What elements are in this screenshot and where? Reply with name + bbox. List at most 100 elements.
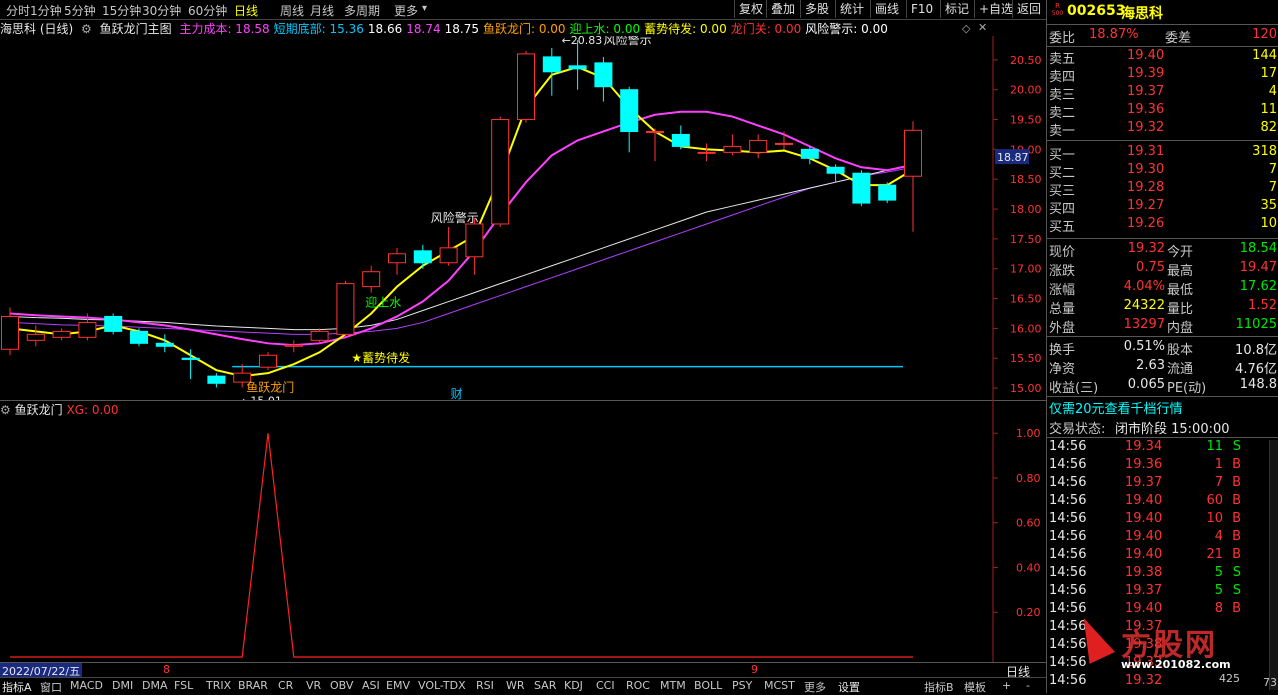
candle-body[interactable]	[336, 283, 355, 335]
toolbar-item-7[interactable]: 周线	[280, 2, 304, 19]
candle-body[interactable]	[800, 148, 819, 159]
candle-body[interactable]	[78, 321, 97, 338]
toolbar-button-4[interactable]: 画线	[870, 0, 903, 18]
candle-body[interactable]	[155, 342, 174, 347]
candle-body[interactable]	[388, 253, 406, 264]
template-tab-2[interactable]: +	[1002, 679, 1011, 692]
candle-body[interactable]	[491, 119, 510, 225]
toolbar-button-0[interactable]: 复权	[734, 0, 767, 18]
candle-body[interactable]	[646, 130, 664, 133]
indicator-tab-11[interactable]: ASI	[362, 679, 380, 692]
toolbar-item-0[interactable]: 分时	[6, 2, 30, 19]
candle-body[interactable]	[439, 247, 458, 264]
candle-body[interactable]	[413, 250, 432, 264]
toolbar-item-4[interactable]: 30分钟	[142, 2, 181, 19]
candle-body[interactable]	[826, 166, 845, 174]
candle-body[interactable]	[517, 53, 535, 121]
toolbar-item-2[interactable]: 5分钟	[64, 2, 96, 19]
indicator-tab-22[interactable]: PSY	[732, 679, 752, 692]
indicator-tab-16[interactable]: SAR	[534, 679, 556, 692]
trade-side: B	[1232, 529, 1241, 544]
sub-gear-icon[interactable]: ⚙	[0, 403, 11, 417]
indicator-tab-7[interactable]: BRAR	[238, 679, 268, 692]
indicator-tab-17[interactable]: KDJ	[564, 679, 583, 692]
indicator-tab-2[interactable]: MACD	[70, 679, 103, 692]
fin-label-2: 股本	[1167, 343, 1194, 358]
trade-row: 14:56 19.36 1 B	[1047, 457, 1278, 475]
chart-close-icon[interactable]: ✕	[978, 21, 987, 34]
candle-body[interactable]	[26, 333, 45, 341]
candle-body[interactable]	[904, 129, 922, 177]
toolbar-button-5[interactable]: F10	[906, 0, 937, 18]
candle-body[interactable]	[594, 62, 613, 88]
candle-body[interactable]	[620, 89, 639, 132]
candle-body[interactable]	[104, 315, 123, 332]
trade-volume: 21	[1206, 547, 1223, 562]
toolbar-item-9[interactable]: 多周期	[344, 2, 380, 19]
candle-body[interactable]	[465, 223, 484, 258]
indicator-tab-15[interactable]: WR	[506, 679, 525, 692]
toolbar-item-1[interactable]: 1分钟	[30, 2, 62, 19]
candle-body[interactable]	[568, 65, 587, 70]
candle-body[interactable]	[362, 271, 381, 288]
risk-warning-top: 风险警示	[604, 36, 652, 47]
candle-body[interactable]	[259, 354, 277, 368]
indicator-tab-3[interactable]: DMI	[112, 679, 133, 692]
indicator-tab-13[interactable]: VOL-TDX	[418, 679, 466, 692]
indicator-gear-icon[interactable]: ⚙	[81, 22, 92, 36]
candle-body[interactable]	[852, 172, 871, 204]
indicator-tab-20[interactable]: MTM	[660, 679, 686, 692]
indicator-tab-19[interactable]: ROC	[626, 679, 650, 692]
toolbar-item-5[interactable]: 60分钟	[188, 2, 227, 19]
candlestick-chart[interactable]: 20.5020.0019.5019.0018.5018.0017.5017.00…	[0, 36, 1046, 400]
toolbar-button-8[interactable]: 返回	[1012, 0, 1045, 18]
indicator-tab-12[interactable]: EMV	[386, 679, 410, 692]
toolbar-button-6[interactable]: 标记	[940, 0, 973, 18]
indicator-name[interactable]: 鱼跃龙门主图	[100, 22, 172, 36]
toolbar-button-1[interactable]: 叠加	[766, 0, 799, 18]
template-tab-3[interactable]: -	[1026, 679, 1030, 692]
candle-body[interactable]	[130, 330, 148, 344]
indicator-tab-23[interactable]: MCST	[764, 679, 795, 692]
toolbar-item-10[interactable]: 更多	[394, 2, 418, 19]
trade-scrollbar[interactable]	[1269, 440, 1278, 690]
toolbar-item-3[interactable]: 15分钟	[102, 2, 141, 19]
indicator-tab-10[interactable]: OBV	[330, 679, 353, 692]
toolbar-item-6[interactable]: 日线	[234, 2, 258, 19]
indicator-tab-21[interactable]: BOLL	[694, 679, 722, 692]
stat-value-2: 19.47	[1239, 260, 1277, 275]
candle-body[interactable]	[52, 330, 71, 338]
candle-body[interactable]	[181, 357, 200, 360]
toolbar-button-3[interactable]: 统计	[835, 0, 868, 18]
indicator-tab-6[interactable]: TRIX	[206, 679, 231, 692]
indicator-tab-5[interactable]: FSL	[174, 679, 193, 692]
candle-body[interactable]	[1, 315, 19, 350]
indicator-tab-8[interactable]: CR	[278, 679, 293, 692]
candle-body[interactable]	[723, 145, 742, 153]
month-9-label: 9	[751, 663, 758, 676]
candle-body[interactable]	[749, 139, 768, 153]
yuyue-indicator-chart[interactable]: 1.00 0.80 0.60 0.40 0.20	[0, 400, 1046, 662]
candle-body[interactable]	[775, 142, 793, 145]
candle-body[interactable]	[284, 344, 303, 347]
candle-body[interactable]	[697, 151, 716, 154]
indicator-tab-4[interactable]: DMA	[142, 679, 168, 692]
candle-body[interactable]	[878, 184, 897, 201]
indicator-tab-14[interactable]: RSI	[476, 679, 494, 692]
candle-body[interactable]	[542, 56, 561, 73]
stat-row: 涨幅 4.04% 最低 17.62	[1047, 279, 1278, 298]
chart-collapse-icon[interactable]: ◇	[962, 22, 970, 35]
candle-body[interactable]	[671, 133, 690, 147]
candle-body[interactable]	[207, 375, 226, 384]
toolbar-button-7[interactable]: +自选	[974, 0, 1017, 18]
toolbar-button-2[interactable]: 多股	[800, 0, 833, 18]
more-dropdown-icon[interactable]: ▾	[422, 3, 427, 14]
indicator-tab-18[interactable]: CCI	[596, 679, 615, 692]
promo-row[interactable]: 仅需20元查看千档行情	[1047, 398, 1278, 417]
candle-body[interactable]	[310, 330, 329, 341]
main-chart-legend: 海思科 (日线) ⚙ 鱼跃龙门主图 主力成本: 18.58 短期底部: 15.36…	[0, 20, 990, 36]
bid-volume: 318	[1252, 144, 1277, 159]
toolbar-item-8[interactable]: 月线	[310, 2, 334, 19]
high-price-label: ←20.83	[562, 36, 603, 47]
indicator-tab-9[interactable]: VR	[306, 679, 321, 692]
